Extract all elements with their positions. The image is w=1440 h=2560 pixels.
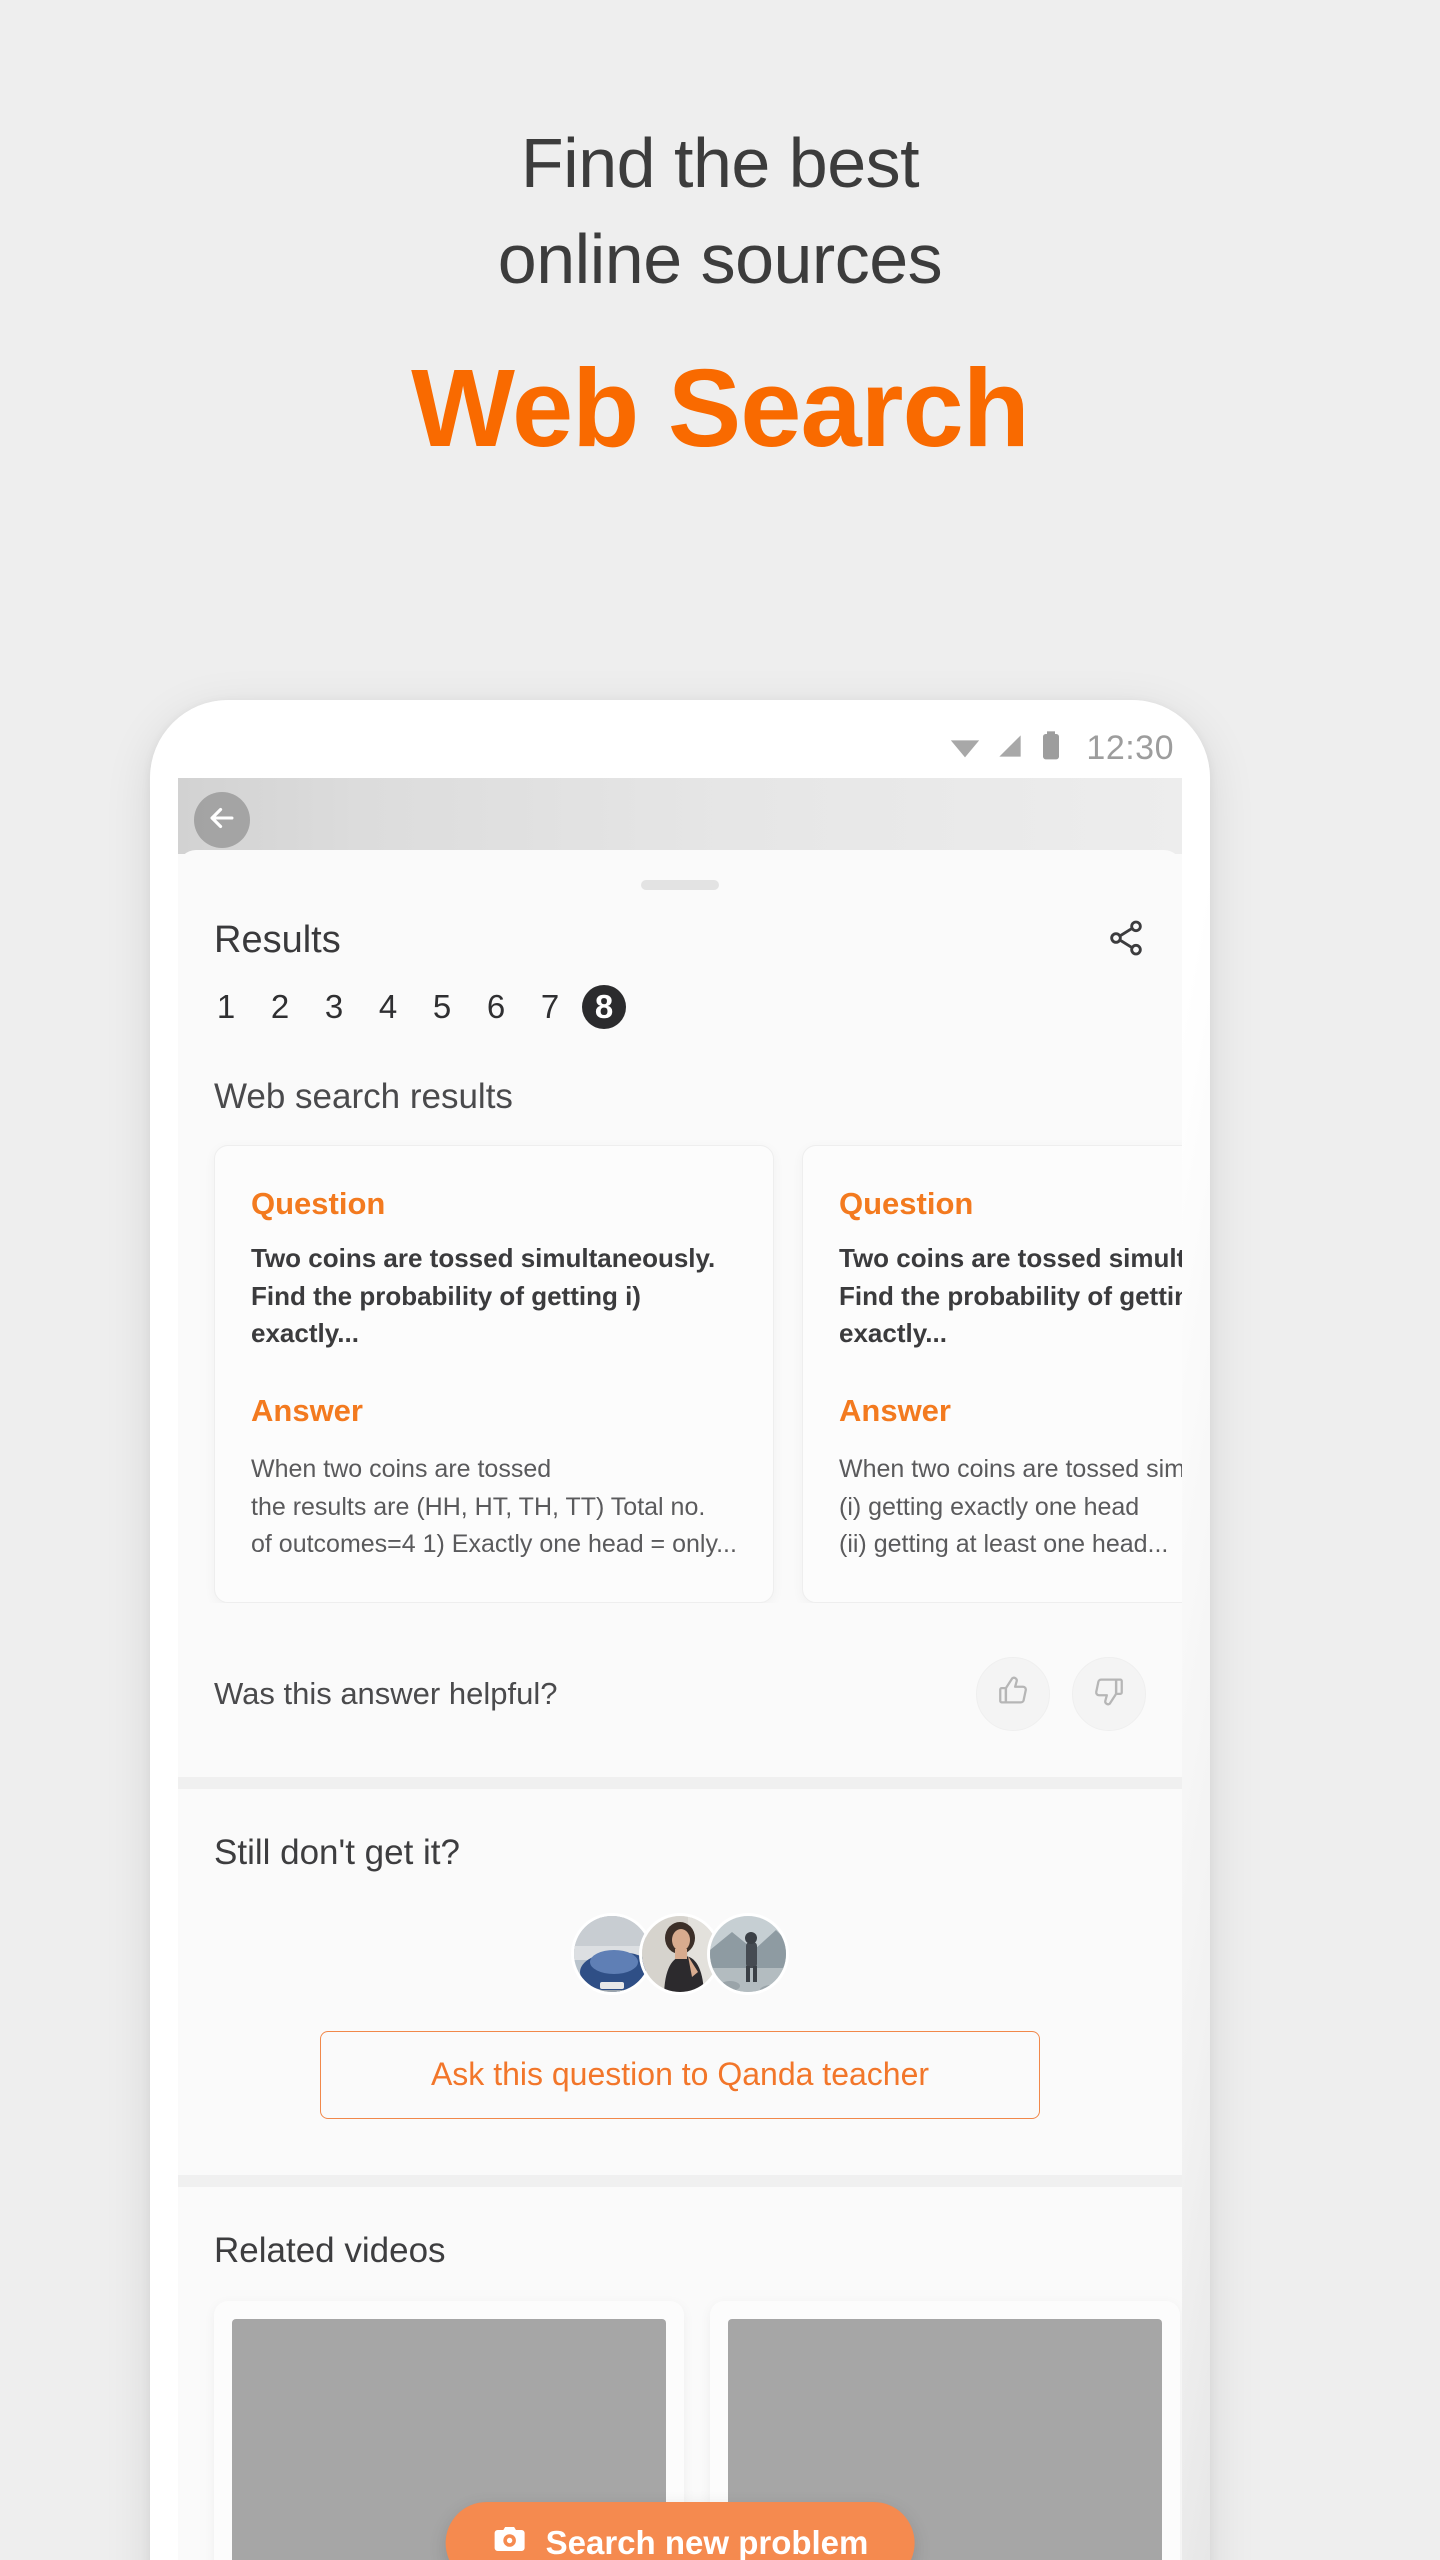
feedback-buttons xyxy=(976,1656,1146,1731)
section-divider xyxy=(178,1776,1182,1789)
page-button-8[interactable]: 8 xyxy=(582,985,626,1029)
status-bar: 12:30 xyxy=(150,718,1210,778)
still-stuck-title: Still don't get it? xyxy=(214,1832,460,1872)
search-new-problem-label: Search new problem xyxy=(545,2524,869,2560)
thumbs-up-icon xyxy=(996,1674,1030,1713)
web-search-results-label: Web search results xyxy=(214,1077,513,1116)
answer-text: When two coins are tossed simultaneously… xyxy=(839,1455,1182,1559)
page-button-1[interactable]: 1 xyxy=(204,985,248,1029)
ask-teacher-button[interactable]: Ask this question to Qanda teacher xyxy=(320,2030,1040,2119)
question-label: Question xyxy=(251,1186,386,1221)
section-divider-2 xyxy=(178,2174,1182,2187)
thumbs-up-button[interactable] xyxy=(976,1656,1050,1731)
related-videos-title: Related videos xyxy=(214,2230,446,2270)
thumbs-down-button[interactable] xyxy=(1072,1656,1146,1731)
page-button-7[interactable]: 7 xyxy=(528,985,572,1029)
question-text: Two coins are tossed simultaneously. Fin… xyxy=(251,1243,716,1349)
promo-subtitle-line-2: online sources xyxy=(497,220,943,298)
battery-icon xyxy=(1038,730,1064,767)
results-title: Results xyxy=(214,919,341,961)
thumbs-down-icon xyxy=(1092,1674,1126,1713)
answer-text: When two coins are tossed the results ar… xyxy=(251,1455,737,1559)
still-stuck-section: Still don't get it? Ask this question to… xyxy=(178,1789,1182,2175)
page-button-2[interactable]: 2 xyxy=(258,985,302,1029)
web-results-carousel[interactable]: Question Two coins are tossed simultaneo… xyxy=(178,1117,1182,1603)
wifi-icon xyxy=(948,729,982,768)
answer-label: Answer xyxy=(251,1393,363,1429)
teacher-avatars xyxy=(214,1912,1146,1995)
results-sheet: Results 1 2 3 4 5 6 7 8 Web search resul… xyxy=(178,850,1182,2560)
share-button[interactable] xyxy=(1106,918,1146,963)
page-button-3[interactable]: 3 xyxy=(312,985,356,1029)
promo-heading-block: Find the best online sources Web Search xyxy=(0,0,1440,464)
web-result-card[interactable]: Question Two coins are tossed simultaneo… xyxy=(214,1145,774,1603)
avatar-hiker xyxy=(707,1912,789,1995)
back-arrow-icon xyxy=(205,801,239,840)
helpful-question-text: Was this answer helpful? xyxy=(214,1675,558,1711)
phone-screen: Results 1 2 3 4 5 6 7 8 Web search resul… xyxy=(178,778,1182,2560)
promo-subtitle-line-1: Find the best xyxy=(520,124,920,202)
results-header-row: Results xyxy=(178,890,1182,963)
question-label: Question xyxy=(839,1186,974,1221)
search-new-problem-button[interactable]: Search new problem xyxy=(445,2502,915,2560)
status-time: 12:30 xyxy=(1086,728,1174,767)
results-pagination[interactable]: 1 2 3 4 5 6 7 8 xyxy=(178,963,1182,1029)
phone-mockup: 12:30 Results 1 2 3 4 5 6 7 8 Web search… xyxy=(150,700,1210,2560)
web-result-card[interactable]: Question Two coins are tossed simultaneo… xyxy=(802,1145,1182,1603)
question-text: Two coins are tossed simultaneously. Fin… xyxy=(839,1243,1182,1349)
still-stuck-spacer xyxy=(214,2119,1146,2175)
promo-page: Find the best online sources Web Search … xyxy=(0,0,1440,2560)
share-icon xyxy=(1106,920,1146,962)
sheet-drag-handle[interactable] xyxy=(641,880,719,890)
answer-label: Answer xyxy=(839,1393,951,1429)
page-button-6[interactable]: 6 xyxy=(474,985,518,1029)
signal-icon xyxy=(994,730,1026,767)
camera-icon xyxy=(492,2521,528,2560)
page-button-5[interactable]: 5 xyxy=(420,985,464,1029)
back-button[interactable] xyxy=(194,792,250,848)
helpful-feedback-row: Was this answer helpful? xyxy=(178,1603,1182,1777)
promo-title: Web Search xyxy=(411,347,1030,470)
page-button-4[interactable]: 4 xyxy=(366,985,410,1029)
problem-image-header xyxy=(178,778,1182,854)
